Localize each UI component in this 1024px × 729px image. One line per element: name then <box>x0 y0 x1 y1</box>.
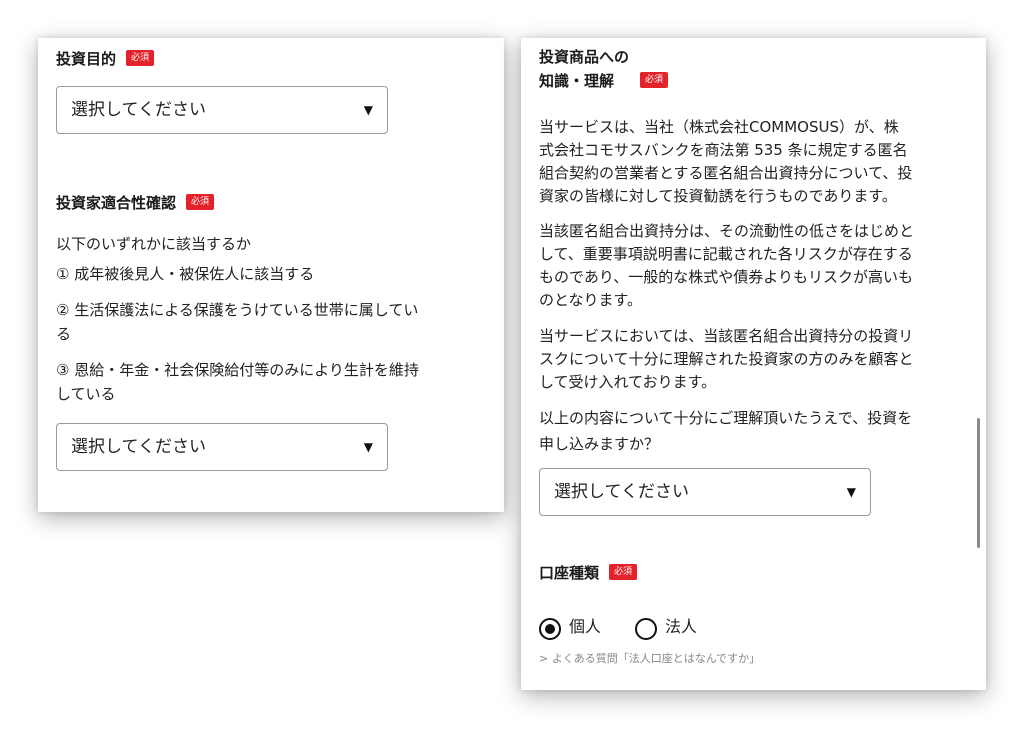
suitability-item-2: ② 生活保護法による保護をうけている世帯に属してい <box>56 301 419 319</box>
radio-unselected-icon <box>635 618 657 640</box>
faq-link[interactable]: > よくある質問「法人口座とはなんですか」 <box>539 650 760 666</box>
required-badge: 必須 <box>640 71 669 88</box>
suitability-item-3: ③ 恩給・年金・社会保険給付等のみにより生計を維持 <box>56 361 419 379</box>
select-value: 選択してください <box>554 482 689 502</box>
required-badge: 必須 <box>186 193 215 210</box>
suitability-question: 以下のいずれかに該当するか <box>56 235 252 253</box>
select-value: 選択してください <box>71 437 206 457</box>
account-type-label: 口座種類 必須 <box>539 562 638 583</box>
disclosure-paragraph-3: 当サービスにおいては、当該匿名組合出資持分の投資リ スクについて十分に理解された… <box>539 327 914 391</box>
knowledge-select[interactable]: 選択してください ▼ <box>539 468 871 516</box>
suitability-item-1: ① 成年被後見人・被保佐人に該当する <box>56 265 315 283</box>
radio-corporate[interactable]: 法人 <box>635 616 725 642</box>
left-form-panel: 投資目的 必須 選択してください ▼ 投資家適合性確認 必須 以下のいずれかに該当す… <box>38 38 504 512</box>
suitability-item-3-cont: している <box>56 385 116 403</box>
chevron-down-icon: ▼ <box>846 485 856 499</box>
scrollbar[interactable] <box>977 418 980 548</box>
suitability-label: 投資家適合性確認 必須 <box>56 192 215 213</box>
radio-individual[interactable]: 個人 <box>539 616 629 642</box>
suitability-select[interactable]: 選択してください ▼ <box>56 423 388 471</box>
required-badge: 必須 <box>609 563 638 580</box>
knowledge-label-line1: 投資商品への <box>539 48 630 66</box>
right-form-panel: 投資商品への 知識・理解 必須 当サービスは、当社（株式会社COMMOSUS）が、… <box>521 38 986 690</box>
radio-corporate-label: 法人 <box>665 617 698 636</box>
disclosure-paragraph-2: 当該匿名組合出資持分は、その流動性の低さをはじめと して、重要事項説明書に記載さ… <box>539 222 915 309</box>
disclosure-paragraph-1: 当サービスは、当社（株式会社COMMOSUS）が、株 式会社コモサスバンクを商法… <box>539 118 913 205</box>
investment-purpose-label: 投資目的 必須 <box>56 48 155 69</box>
chevron-down-icon: ▼ <box>363 440 373 454</box>
knowledge-label-line2: 知識・理解 必須 <box>539 70 669 91</box>
radio-individual-label: 個人 <box>569 617 602 636</box>
confirmation-question: 以上の内容について十分にご理解頂いたうえで、投資を 申し込みますか？ <box>539 409 913 453</box>
chevron-down-icon: ▼ <box>363 103 373 117</box>
required-badge: 必須 <box>126 49 155 66</box>
select-value: 選択してください <box>71 100 206 120</box>
radio-selected-icon <box>539 618 561 640</box>
investment-purpose-select[interactable]: 選択してください ▼ <box>56 86 388 134</box>
suitability-item-2-cont: る <box>56 325 72 343</box>
